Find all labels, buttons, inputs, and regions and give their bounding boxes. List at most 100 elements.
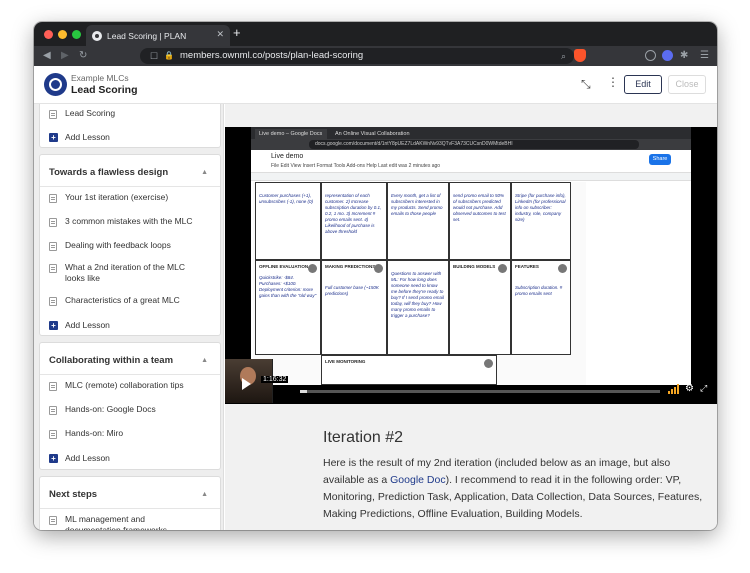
fullscreen-icon[interactable]: ⤢ <box>700 383 707 394</box>
section-title[interactable]: Collaborating within a team <box>49 355 173 366</box>
course-logo-icon[interactable] <box>44 73 67 96</box>
section-title[interactable]: Towards a flawless design <box>49 167 168 178</box>
forward-icon[interactable]: ▶ <box>61 49 69 63</box>
tab-strip: Lead Scoring | PLAN ✕ + <box>34 22 717 46</box>
cell-icon <box>498 264 507 273</box>
lesson-item[interactable]: Hands-on: Miro <box>49 428 214 439</box>
lock-icon: 🔒 <box>164 51 174 60</box>
close-window-button[interactable] <box>44 30 53 39</box>
doc-comments-panel <box>591 182 681 242</box>
doc-canvas: Customer purchases (+1), unsubscribes (-… <box>253 182 586 385</box>
lesson-document-icon <box>49 110 57 119</box>
section-card-towards-flawless-design: Towards a flawless design ▲ Your 1st ite… <box>39 154 221 336</box>
minimize-window-button[interactable] <box>58 30 67 39</box>
reload-icon[interactable]: ↻ <box>79 49 87 63</box>
canvas-cell: FEATURES Subscription duration. # promo … <box>511 260 571 355</box>
cell-icon <box>558 264 567 273</box>
bookmark-icon[interactable]: ☐ <box>150 48 158 64</box>
collapse-icon[interactable]: ⤡ <box>581 77 591 92</box>
add-lesson-button[interactable]: + Add Lesson <box>49 453 110 464</box>
course-title: Lead Scoring <box>71 84 138 96</box>
divider <box>40 186 220 187</box>
cell-icon <box>374 264 383 273</box>
collapse-caret-icon[interactable]: ▲ <box>201 491 208 498</box>
lesson-content: Live demo – Google Docs An Online Visual… <box>225 104 717 530</box>
lesson-document-icon <box>49 264 57 273</box>
edit-button[interactable]: Edit <box>624 75 662 94</box>
lesson-item[interactable]: Lead Scoring <box>49 108 214 119</box>
volume-icon[interactable] <box>668 384 680 394</box>
canvas-cell: LIVE MONITORING <box>321 355 497 385</box>
divider <box>40 508 220 509</box>
tab-close-icon[interactable]: ✕ <box>216 29 224 40</box>
play-icon[interactable] <box>242 378 251 390</box>
video-timecode: 1:16:32 <box>261 376 289 383</box>
google-doc-link[interactable]: Google Doc <box>390 474 445 486</box>
wallet-icon[interactable] <box>662 50 673 61</box>
video-settings-icon[interactable]: ⚙ <box>685 383 694 394</box>
canvas-cell: send promo email to 50% of subscribers p… <box>449 182 511 260</box>
lesson-item[interactable]: 3 common mistakes with the MLC <box>49 216 214 227</box>
settings-icon[interactable]: ✱ <box>680 49 688 63</box>
address-bar[interactable]: ☐ 🔒 members.ownml.co/posts/plan-lead-sco… <box>140 48 574 64</box>
browser-window: Lead Scoring | PLAN ✕ + ◀ ▶ ↻ ☐ 🔒 member… <box>34 22 717 530</box>
video-url: docs.google.com/document/d/1ntY8pUEZ7LdA… <box>309 140 639 149</box>
lesson-item[interactable]: Hands-on: Google Docs <box>49 404 214 415</box>
cell-icon <box>308 264 317 273</box>
video-browser-tabs: Live demo – Google Docs An Online Visual… <box>251 127 691 147</box>
section-title[interactable]: Next steps <box>49 489 97 500</box>
cell-icon <box>484 359 493 368</box>
browser-menu-icon[interactable]: ☰ <box>700 49 709 63</box>
tab-title: Lead Scoring | PLAN <box>107 30 187 41</box>
video-frame-google-doc: Live demo – Google Docs An Online Visual… <box>251 127 691 385</box>
canvas-cell: Every month, get a list of subscribers i… <box>387 182 449 260</box>
video-player[interactable]: Live demo – Google Docs An Online Visual… <box>225 127 717 404</box>
canvas-cell: MAKING PREDICTIONS Full customer base (~… <box>321 260 387 355</box>
section-card-collaborating-within-team: Collaborating within a team ▲ MLC (remot… <box>39 342 221 470</box>
plus-icon: + <box>49 133 58 142</box>
section-card-current: Lead Scoring + Add Lesson <box>39 104 221 148</box>
canvas-cell: Questions to answer with ML: For how lon… <box>387 260 449 355</box>
close-button[interactable]: Close <box>668 75 706 94</box>
lesson-document-icon <box>49 297 57 306</box>
canvas-cell: OFFLINE EVALUATION Quickstrike: -$84. Pu… <box>255 260 321 355</box>
lesson-item[interactable]: Characteristics of a great MLC <box>49 295 214 306</box>
more-options-icon[interactable]: ⋮ <box>607 75 619 89</box>
lesson-item[interactable]: ML management and documentation framewor… <box>49 514 199 530</box>
video-address-bar: docs.google.com/document/d/1ntY8pUEZ7LdA… <box>251 139 691 150</box>
article-paragraph: Here is the result of my 2nd iteration (… <box>323 457 703 520</box>
org-name: Example MLCs <box>71 73 129 83</box>
lesson-item[interactable]: MLC (remote) collaboration tips <box>49 380 214 391</box>
browser-tab[interactable]: Lead Scoring | PLAN ✕ <box>86 25 230 46</box>
collapse-caret-icon[interactable]: ▲ <box>201 357 208 364</box>
back-icon[interactable]: ◀ <box>43 49 51 63</box>
video-progress-bar[interactable] <box>300 390 660 393</box>
video-tab: Live demo – Google Docs <box>255 129 327 139</box>
lesson-item[interactable]: Your 1st iteration (exercise) <box>49 192 214 203</box>
site-favicon-icon <box>92 30 102 41</box>
zoom-icon[interactable]: ⌕ <box>561 48 566 64</box>
canvas-cell: Stripe (for purchase info), LinkedIn (fo… <box>511 182 571 260</box>
lesson-document-icon <box>49 430 57 439</box>
browser-toolbar: ◀ ▶ ↻ ☐ 🔒 members.ownml.co/posts/plan-le… <box>34 46 717 66</box>
collapse-caret-icon[interactable]: ▲ <box>201 169 208 176</box>
doc-title: Live demo <box>271 153 304 160</box>
canvas-cell: Customer purchases (+1), unsubscribes (-… <box>255 182 321 260</box>
lesson-item[interactable]: Dealing with feedback loops <box>49 240 214 251</box>
lesson-document-icon <box>49 516 57 525</box>
lesson-item[interactable]: What a 2nd iteration of the MLC looks li… <box>49 262 199 284</box>
article: Iteration #2 Here is the result of my 2n… <box>323 429 703 523</box>
doc-menu: File Edit View Insert Format Tools Add-o… <box>271 163 441 169</box>
add-lesson-button[interactable]: + Add Lesson <box>49 320 110 331</box>
app-header: Example MLCs Lead Scoring ⤡ ⋮ Edit Close <box>34 66 717 104</box>
extension-icon[interactable] <box>645 50 656 61</box>
new-tab-icon[interactable]: + <box>233 26 241 40</box>
add-lesson-button[interactable]: + Add Lesson <box>49 132 110 143</box>
lesson-document-icon <box>49 218 57 227</box>
lesson-document-icon <box>49 382 57 391</box>
brave-shield-icon[interactable] <box>574 49 586 62</box>
lesson-sidebar[interactable]: Lead Scoring + Add Lesson Towards a flaw… <box>34 104 224 530</box>
maximize-window-button[interactable] <box>72 30 81 39</box>
plus-icon: + <box>49 454 58 463</box>
lesson-document-icon <box>49 194 57 203</box>
